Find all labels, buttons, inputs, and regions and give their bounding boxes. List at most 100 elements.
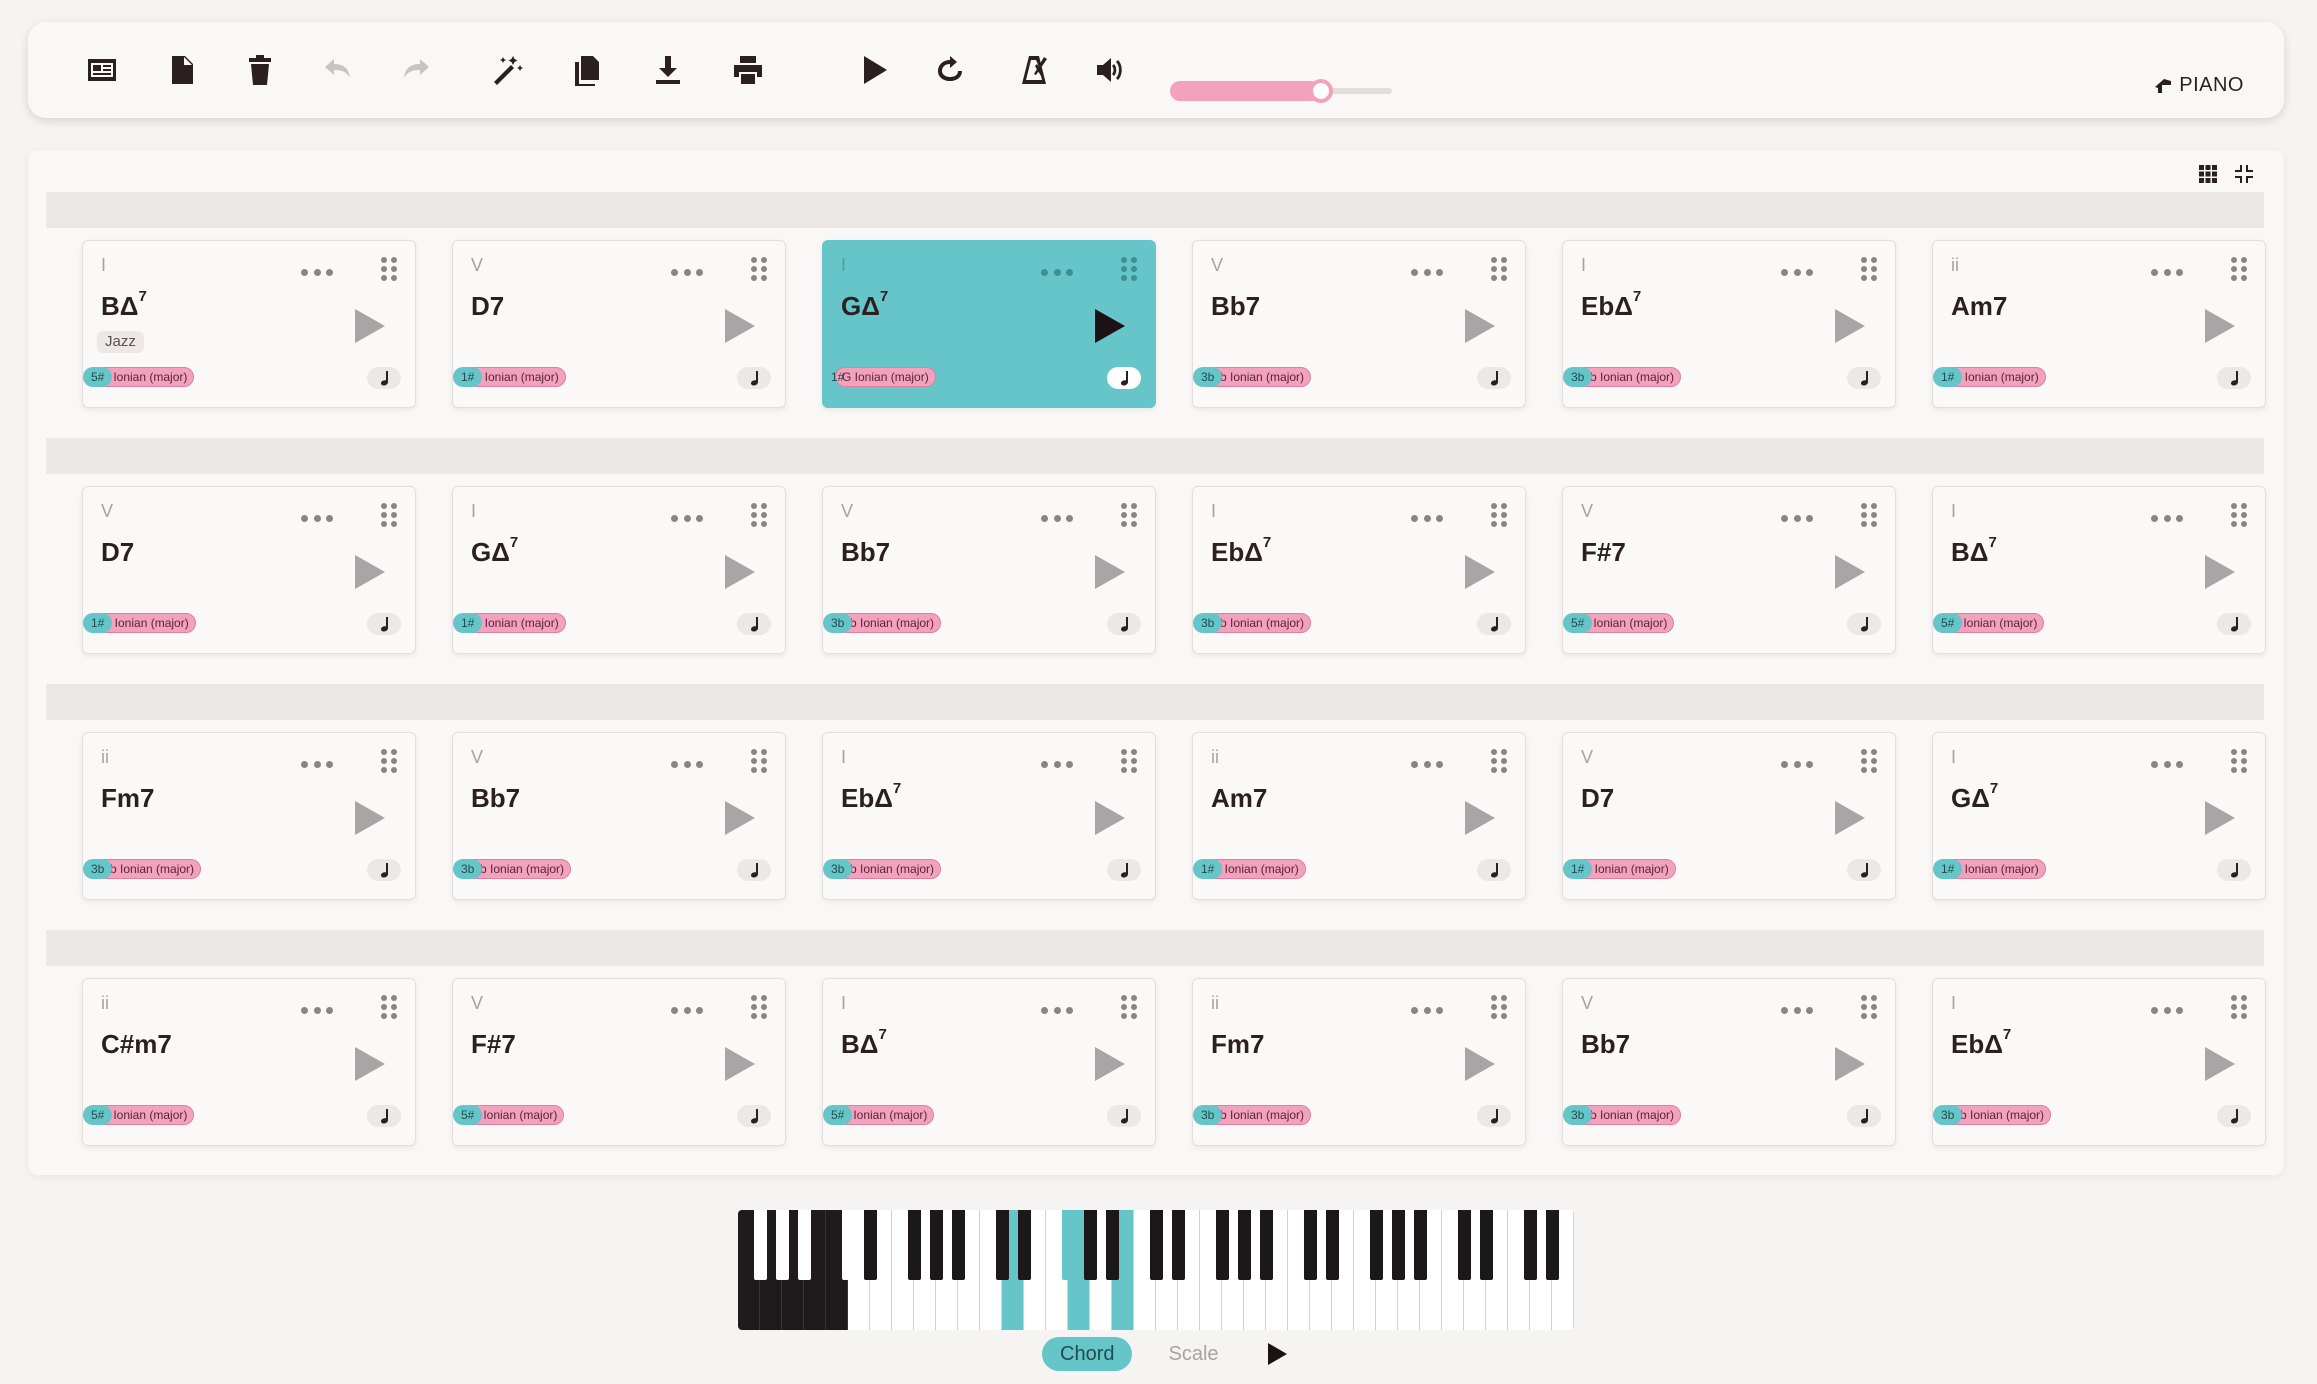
chord-card[interactable]: I EbΔ7 Eb Ionian (major) 3b	[1192, 486, 1526, 654]
drag-handle-icon[interactable]	[1861, 749, 1877, 773]
play-chord-button[interactable]	[2203, 1045, 2237, 1083]
piano-black-key[interactable]	[1391, 1210, 1405, 1280]
more-options-icon[interactable]	[1411, 1007, 1443, 1015]
play-chord-button[interactable]	[2203, 553, 2237, 591]
note-duration-button[interactable]	[2217, 613, 2251, 635]
undo-button[interactable]	[318, 50, 358, 90]
play-chord-button[interactable]	[1093, 553, 1127, 591]
chord-card[interactable]: I GΔ7 G Ionian (major) 1#	[822, 240, 1156, 408]
drag-handle-icon[interactable]	[751, 995, 767, 1019]
chord-card[interactable]: I EbΔ7 Eb Ionian (major) 3b	[1562, 240, 1896, 408]
drag-handle-icon[interactable]	[1491, 995, 1507, 1019]
piano-black-key[interactable]	[1171, 1210, 1185, 1280]
piano-black-key[interactable]	[775, 1210, 789, 1280]
note-duration-button[interactable]	[367, 613, 401, 635]
play-chord-button[interactable]	[1833, 553, 1867, 591]
note-duration-button[interactable]	[1107, 367, 1141, 389]
note-duration-button[interactable]	[1107, 859, 1141, 881]
grid-view-button[interactable]	[2196, 162, 2220, 186]
note-duration-button[interactable]	[367, 1105, 401, 1127]
note-duration-button[interactable]	[1847, 367, 1881, 389]
note-duration-button[interactable]	[1847, 1105, 1881, 1127]
more-options-icon[interactable]	[671, 515, 703, 523]
play-chord-button[interactable]	[1833, 1045, 1867, 1083]
piano-black-key[interactable]	[863, 1210, 877, 1280]
section-header[interactable]	[46, 930, 2264, 966]
copy-button[interactable]	[568, 50, 608, 90]
more-options-icon[interactable]	[2151, 761, 2183, 769]
piano-black-key[interactable]	[951, 1210, 965, 1280]
chord-card[interactable]: V Bb7 Eb Ionian (major) 3b	[1562, 978, 1896, 1146]
note-duration-button[interactable]	[1477, 367, 1511, 389]
more-options-icon[interactable]	[671, 269, 703, 277]
piano-black-key[interactable]	[1017, 1210, 1031, 1280]
play-chord-button[interactable]	[723, 307, 757, 345]
piano-play-button[interactable]	[1265, 1341, 1289, 1367]
chord-card[interactable]: V Bb7 Eb Ionian (major) 3b	[822, 486, 1156, 654]
more-options-icon[interactable]	[1781, 1007, 1813, 1015]
play-chord-button[interactable]	[1833, 307, 1867, 345]
play-chord-button[interactable]	[353, 799, 387, 837]
drag-handle-icon[interactable]	[1121, 995, 1137, 1019]
chord-card[interactable]: ii Am7 G Ionian (major) 1#	[1932, 240, 2266, 408]
chord-card[interactable]: V D7 G Ionian (major) 1#	[452, 240, 786, 408]
chord-card[interactable]: V Bb7 Eb Ionian (major) 3b	[452, 732, 786, 900]
note-duration-button[interactable]	[1107, 1105, 1141, 1127]
piano-black-key[interactable]	[1105, 1210, 1119, 1280]
more-options-icon[interactable]	[671, 1007, 703, 1015]
note-duration-button[interactable]	[737, 1105, 771, 1127]
piano-black-key[interactable]	[1369, 1210, 1383, 1280]
drag-handle-icon[interactable]	[1121, 257, 1137, 281]
scale-mode-button[interactable]: Scale	[1150, 1337, 1236, 1371]
piano-black-key[interactable]	[1259, 1210, 1273, 1280]
piano-keyboard[interactable]: C 2	[738, 1210, 1574, 1330]
section-header[interactable]	[46, 438, 2264, 474]
chord-card[interactable]: V F#7 B Ionian (major) 5#	[452, 978, 786, 1146]
drag-handle-icon[interactable]	[1491, 749, 1507, 773]
more-options-icon[interactable]	[301, 1007, 333, 1015]
piano-black-key[interactable]	[929, 1210, 943, 1280]
play-chord-button[interactable]	[2203, 307, 2237, 345]
note-duration-button[interactable]	[1477, 613, 1511, 635]
drag-handle-icon[interactable]	[381, 503, 397, 527]
print-button[interactable]	[728, 50, 768, 90]
drag-handle-icon[interactable]	[381, 995, 397, 1019]
play-chord-button[interactable]	[723, 553, 757, 591]
chord-card[interactable]: V Bb7 Eb Ionian (major) 3b	[1192, 240, 1526, 408]
volume-thumb[interactable]	[1308, 79, 1333, 103]
chord-card[interactable]: ii Fm7 Eb Ionian (major) 3b	[82, 732, 416, 900]
piano-black-key[interactable]	[1413, 1210, 1427, 1280]
drag-handle-icon[interactable]	[1861, 503, 1877, 527]
play-chord-button[interactable]	[353, 553, 387, 591]
chord-card[interactable]: I BΔ7 Jazz B Ionian (major) 5#	[82, 240, 416, 408]
note-duration-button[interactable]	[737, 859, 771, 881]
drag-handle-icon[interactable]	[2231, 995, 2247, 1019]
drag-handle-icon[interactable]	[2231, 749, 2247, 773]
chord-card[interactable]: V D7 G Ionian (major) 1#	[1562, 732, 1896, 900]
more-options-icon[interactable]	[301, 269, 333, 277]
more-options-icon[interactable]	[301, 515, 333, 523]
more-options-icon[interactable]	[1411, 515, 1443, 523]
piano-black-key[interactable]	[1237, 1210, 1251, 1280]
drag-handle-icon[interactable]	[1861, 995, 1877, 1019]
more-options-icon[interactable]	[2151, 1007, 2183, 1015]
piano-black-key[interactable]	[1523, 1210, 1537, 1280]
drag-handle-icon[interactable]	[2231, 257, 2247, 281]
play-chord-button[interactable]	[353, 307, 387, 345]
drag-handle-icon[interactable]	[1491, 503, 1507, 527]
more-options-icon[interactable]	[1781, 515, 1813, 523]
volume-button[interactable]	[1090, 50, 1130, 90]
song-info-button[interactable]	[82, 50, 122, 90]
more-options-icon[interactable]	[1781, 269, 1813, 277]
piano-black-key[interactable]	[753, 1210, 767, 1280]
redo-button[interactable]	[396, 50, 436, 90]
play-chord-button[interactable]	[1463, 1045, 1497, 1083]
note-duration-button[interactable]	[367, 859, 401, 881]
play-chord-button[interactable]	[1093, 1045, 1127, 1083]
note-duration-button[interactable]	[737, 367, 771, 389]
instrument-selector[interactable]: PIANO	[2153, 74, 2244, 97]
collapse-button[interactable]	[2232, 162, 2256, 186]
drag-handle-icon[interactable]	[1861, 257, 1877, 281]
drag-handle-icon[interactable]	[381, 257, 397, 281]
drag-handle-icon[interactable]	[751, 257, 767, 281]
